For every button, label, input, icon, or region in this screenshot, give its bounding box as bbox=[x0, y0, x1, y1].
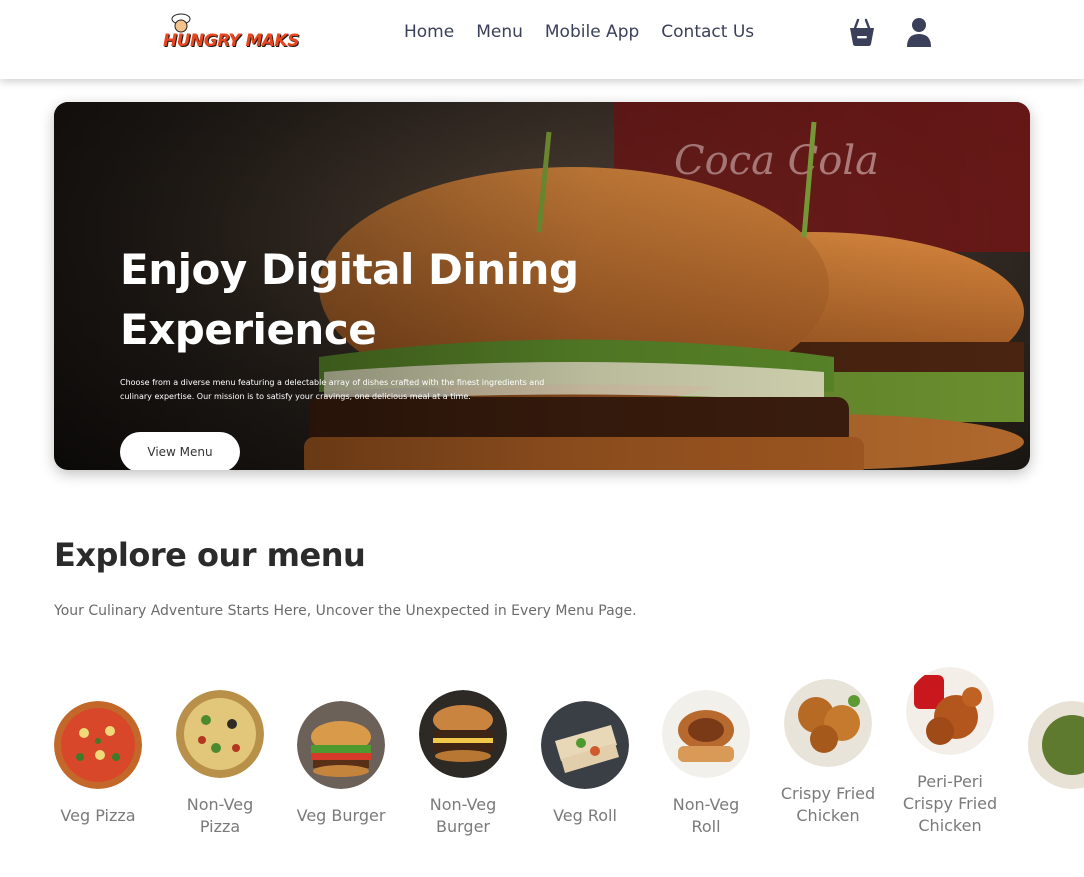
nav-link-home[interactable]: Home bbox=[404, 22, 454, 42]
hero-banner: Coca Cola Enjoy Digital Dining Experienc… bbox=[54, 102, 1030, 470]
nav-link-menu[interactable]: Menu bbox=[476, 22, 523, 42]
veg-roll-image bbox=[541, 701, 629, 789]
crispy-fried-chicken-image bbox=[784, 679, 872, 767]
view-menu-button[interactable]: View Menu bbox=[120, 432, 240, 470]
non-veg-pizza-image bbox=[176, 690, 264, 778]
menu-category-peri-peri-crispy-fried-chicken[interactable]: Peri-Peri Crispy Fried Chicken bbox=[900, 667, 1000, 837]
menu-category-label: Non-Veg Pizza bbox=[186, 795, 254, 836]
chef-mascot-icon bbox=[171, 13, 191, 33]
veg-pizza-image bbox=[54, 701, 142, 789]
menu-category-non-veg-pizza[interactable]: Non-Veg Pizza bbox=[170, 690, 270, 838]
non-veg-burger-image bbox=[419, 690, 507, 778]
hero-title: Enjoy Digital Dining Experience bbox=[120, 245, 579, 354]
menu-category-veg-burger[interactable]: Veg Burger bbox=[291, 701, 391, 827]
menu-category-label: Veg Burger bbox=[296, 806, 386, 825]
menu-category-crispy-fried-chicken[interactable]: Crispy Fried Chicken bbox=[778, 679, 878, 827]
explore-menu-title: Explore our menu bbox=[54, 536, 366, 574]
next-menu-item-image bbox=[1028, 701, 1084, 789]
menu-category-label: Non-Veg Burger bbox=[429, 795, 497, 836]
hero-description: Choose from a diverse menu featuring a d… bbox=[120, 378, 545, 401]
nav-links: Home Menu Mobile App Contact Us bbox=[404, 22, 776, 42]
menu-category-label: Peri-Peri Crispy Fried Chicken bbox=[902, 772, 998, 835]
menu-category-non-veg-roll[interactable]: Non-Veg Roll bbox=[656, 690, 756, 838]
menu-category-non-veg-burger[interactable]: Non-Veg Burger bbox=[413, 690, 513, 838]
nav-link-contact-us[interactable]: Contact Us bbox=[661, 22, 754, 42]
menu-category-veg-pizza[interactable]: Veg Pizza bbox=[48, 701, 148, 827]
peri-peri-chicken-image bbox=[906, 667, 994, 755]
explore-menu-subtitle: Your Culinary Adventure Starts Here, Unc… bbox=[54, 603, 637, 619]
navbar: HUNGRY MAKS Home Menu Mobile App Contact… bbox=[0, 0, 1084, 79]
nav-link-mobile-app[interactable]: Mobile App bbox=[545, 22, 639, 42]
menu-category-label: Crispy Fried Chicken bbox=[780, 784, 876, 825]
veg-burger-image bbox=[297, 701, 385, 789]
menu-category-label: Veg Roll bbox=[553, 806, 617, 825]
menu-category-label: Non-Veg Roll bbox=[672, 795, 740, 836]
menu-category-next-partial[interactable] bbox=[1028, 701, 1084, 789]
user-icon[interactable] bbox=[904, 16, 934, 48]
basket-icon[interactable] bbox=[847, 16, 877, 48]
brand-logo[interactable]: HUNGRY MAKS bbox=[163, 13, 301, 61]
menu-category-veg-roll[interactable]: Veg Roll bbox=[535, 701, 635, 827]
brand-logo-text: HUNGRY MAKS bbox=[163, 31, 299, 51]
menu-category-label: Veg Pizza bbox=[60, 806, 136, 825]
non-veg-roll-image bbox=[662, 690, 750, 778]
